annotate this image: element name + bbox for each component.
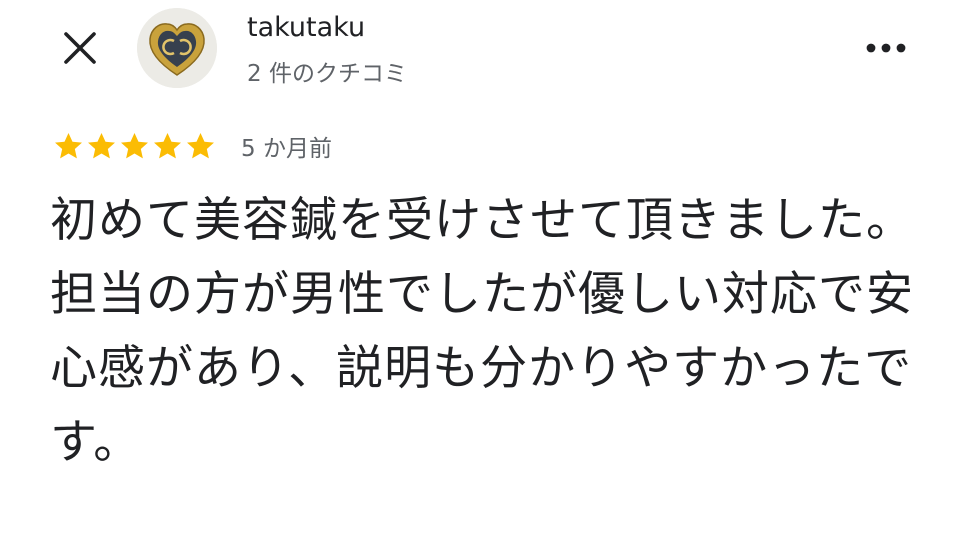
avatar-image <box>137 8 217 88</box>
more-options-button[interactable] <box>862 28 910 68</box>
username[interactable]: takutaku <box>247 12 365 43</box>
more-vert-icon <box>866 43 906 53</box>
star-icon <box>55 132 82 158</box>
review-count[interactable]: 2 件のクチコミ <box>247 54 407 88</box>
star-icon <box>187 132 214 158</box>
avatar[interactable] <box>137 8 217 88</box>
star-rating <box>52 130 217 163</box>
close-button[interactable] <box>58 26 102 70</box>
rating-row: 5 か月前 <box>52 128 332 164</box>
review-text: 初めて美容鍼を受けさせて頂きました。 担当の方が男性でしたが優しい対応で安心感が… <box>50 193 914 470</box>
star-icon <box>121 132 148 158</box>
star-icon <box>88 132 115 158</box>
star-icon <box>154 132 181 158</box>
close-icon <box>64 32 96 64</box>
review-time: 5 か月前 <box>241 136 332 162</box>
